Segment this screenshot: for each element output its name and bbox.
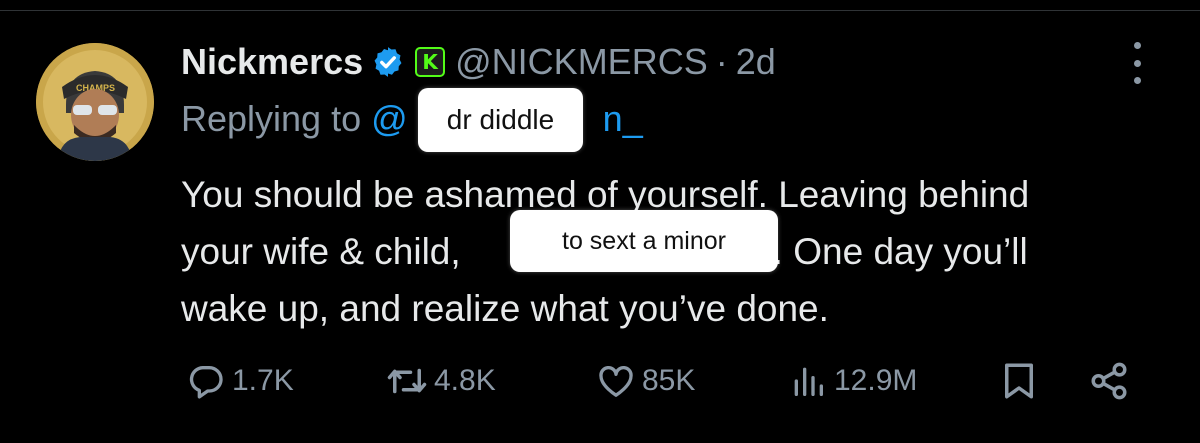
avatar[interactable]: CHAMPS xyxy=(36,43,154,161)
repost-button[interactable]: 4.8K xyxy=(386,356,496,406)
reply-icon xyxy=(189,366,223,399)
avatar-image: CHAMPS xyxy=(36,43,154,161)
replying-to-label: Replying to xyxy=(181,98,362,139)
views-icon xyxy=(794,367,823,396)
tweet-text-line-3: wake up, and realize what you’ve done. xyxy=(181,288,829,329)
bookmark-button[interactable] xyxy=(998,356,1040,406)
reply-count: 1.7K xyxy=(232,364,294,397)
overlay-sticker-2: to sext a minor xyxy=(510,210,778,272)
repost-icon xyxy=(387,368,427,394)
handle[interactable]: @NICKMERCS xyxy=(455,41,708,83)
bookmark-icon xyxy=(1005,363,1033,399)
repost-count: 4.8K xyxy=(434,364,496,397)
share-button[interactable] xyxy=(1088,356,1130,406)
timestamp[interactable]: 2d xyxy=(736,41,776,83)
like-icon xyxy=(599,365,633,397)
verified-badge-icon[interactable] xyxy=(371,45,405,79)
share-icon xyxy=(1091,362,1127,400)
overlay-sticker-1: dr diddle xyxy=(418,88,583,152)
tweet-header: Nickmercs K @NICKMERCS · 2d xyxy=(181,38,776,86)
like-button[interactable]: 85K xyxy=(596,356,695,406)
kick-icon[interactable]: K xyxy=(415,47,446,77)
more-icon[interactable] xyxy=(1130,42,1144,84)
top-divider xyxy=(0,10,1200,11)
reply-button[interactable]: 1.7K xyxy=(186,356,294,406)
like-count: 85K xyxy=(642,364,696,397)
action-bar: 1.7K 4.8K 85K 12.9M xyxy=(186,356,1146,406)
replying-mention-end: n_ xyxy=(602,98,643,139)
views-button[interactable]: 12.9M xyxy=(788,356,917,406)
views-count: 12.9M xyxy=(834,364,918,397)
display-name[interactable]: Nickmercs xyxy=(181,41,363,83)
replying-mention-start: @ xyxy=(371,98,408,139)
tweet-text-line-2a: your wife & child, xyxy=(181,231,461,272)
separator-dot: · xyxy=(715,41,728,82)
tweet-text-line-2b: . One day you’ll xyxy=(772,231,1028,272)
